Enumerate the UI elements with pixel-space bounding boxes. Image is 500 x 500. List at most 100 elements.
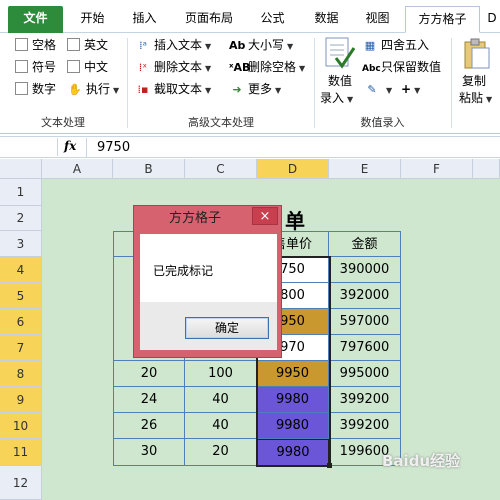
- table-cell-e7[interactable]: 797600: [329, 335, 401, 361]
- table-cell-c8[interactable]: 100: [185, 361, 257, 387]
- table-cell-e10[interactable]: 399200: [329, 413, 401, 439]
- row-header-1[interactable]: 1: [0, 179, 42, 206]
- table-cell-b8[interactable]: 20: [113, 361, 185, 387]
- row-header-9[interactable]: 9: [0, 387, 42, 413]
- column-header-b[interactable]: B: [113, 159, 185, 179]
- column-header-c[interactable]: C: [185, 159, 257, 179]
- name-box[interactable]: [2, 138, 58, 156]
- tab-insert[interactable]: 插入: [122, 6, 167, 33]
- group-label-number: 数值录入: [360, 116, 405, 129]
- delete-text-button[interactable]: ⁞ˣ 删除文本 ▼: [135, 58, 211, 76]
- check-number[interactable]: 数字: [15, 80, 56, 98]
- row-header-7[interactable]: 7: [0, 335, 42, 361]
- tab-fangfang[interactable]: 方方格子: [405, 6, 480, 33]
- paste-button[interactable]: 粘贴 ▼: [459, 89, 492, 107]
- row-header-5[interactable]: 5: [0, 283, 42, 309]
- execute-button[interactable]: ✋ 执行 ▼: [67, 80, 119, 98]
- column-header-d[interactable]: D: [257, 159, 329, 179]
- select-all-corner[interactable]: [0, 159, 42, 179]
- table-cell-b9[interactable]: 24: [113, 387, 185, 413]
- table-cell-c11[interactable]: 20: [185, 439, 257, 466]
- column-header-a[interactable]: A: [42, 159, 113, 179]
- keep-value-button[interactable]: Abc只保留数值: [362, 58, 441, 76]
- menu-label: 插入文本: [154, 38, 203, 52]
- chevron-down-icon: ▼: [486, 95, 493, 104]
- more-button[interactable]: ➜ 更多 ▼: [229, 80, 281, 98]
- fill-handle[interactable]: [327, 463, 332, 468]
- execute-label: 执行: [86, 82, 111, 96]
- table-cell-b11[interactable]: 30: [113, 439, 185, 466]
- menu-label: 更多: [248, 82, 273, 96]
- tab-home[interactable]: 开始: [70, 6, 115, 33]
- row-header-6[interactable]: 6: [0, 309, 42, 335]
- edit-icon: ✎: [367, 83, 377, 96]
- menu-label: 删除文本: [154, 60, 203, 74]
- column-header-f[interactable]: F: [401, 159, 473, 179]
- table-cell-e4[interactable]: 390000: [329, 257, 401, 283]
- insert-text-button[interactable]: ⁞ᵃ 插入文本 ▼: [135, 36, 211, 54]
- hand-icon: ✋: [68, 83, 82, 96]
- check-symbol[interactable]: 符号: [15, 58, 56, 76]
- close-icon[interactable]: ×: [252, 207, 278, 225]
- menu-label: 删除空格: [248, 60, 297, 74]
- row-header-4[interactable]: 4: [0, 257, 42, 283]
- number-entry-label-2: 录入: [320, 91, 345, 105]
- watermark-logo: Baidu经验: [382, 452, 461, 470]
- extract-text-button[interactable]: ⁞▪ 截取文本 ▼: [135, 80, 212, 98]
- column-header-g[interactable]: [473, 159, 500, 179]
- column-header-e[interactable]: E: [329, 159, 401, 179]
- number-entry-label-1[interactable]: 数值: [325, 72, 355, 90]
- table-cell-b10[interactable]: 26: [113, 413, 185, 439]
- ok-button[interactable]: 确定: [185, 317, 269, 339]
- tab-more[interactable]: D: [484, 6, 500, 33]
- check-label: 数字: [32, 82, 57, 96]
- checkbox-icon: [67, 60, 80, 73]
- row-header-3[interactable]: 3: [0, 231, 42, 257]
- case-icon: Ab: [229, 39, 246, 52]
- tab-page-layout[interactable]: 页面布局: [178, 6, 240, 33]
- copy-button[interactable]: 复制: [462, 72, 486, 90]
- table-cell-e8[interactable]: 995000: [329, 361, 401, 387]
- table-cell-e9[interactable]: 399200: [329, 387, 401, 413]
- abc-icon: Abc: [362, 64, 381, 74]
- row-header-2[interactable]: 2: [0, 206, 42, 231]
- checkbox-icon: [15, 60, 28, 73]
- row-header-11[interactable]: 11: [0, 439, 42, 466]
- check-space[interactable]: 空格: [15, 36, 56, 54]
- table-cell-c9[interactable]: 40: [185, 387, 257, 413]
- chevron-down-icon: ▼: [205, 42, 212, 51]
- group-label-text: 文本处理: [41, 116, 85, 129]
- tab-data[interactable]: 数据: [304, 6, 349, 33]
- tab-formulas[interactable]: 公式: [250, 6, 295, 33]
- table-cell-e6[interactable]: 597000: [329, 309, 401, 335]
- tab-view[interactable]: 视图: [355, 6, 400, 33]
- menu-label: 只保留数值: [381, 60, 442, 74]
- row-header-12[interactable]: 12: [0, 466, 42, 500]
- edit-button[interactable]: ✎ ▼: [364, 80, 392, 98]
- chevron-down-icon: ▼: [113, 86, 120, 95]
- case-button[interactable]: Ab 大小写 ▼: [229, 36, 293, 54]
- check-label: 符号: [32, 60, 57, 74]
- check-chinese[interactable]: 中文: [67, 58, 108, 76]
- chevron-down-icon: ▼: [205, 86, 212, 95]
- check-english[interactable]: 英文: [67, 36, 108, 54]
- number-entry-button[interactable]: 录入 ▼: [320, 89, 353, 107]
- menu-label: 四舍五入: [381, 38, 430, 52]
- formula-input[interactable]: 9750: [97, 140, 130, 155]
- header-amount[interactable]: 金额: [329, 231, 401, 257]
- fx-icon[interactable]: fx: [64, 139, 84, 157]
- check-label: 中文: [84, 60, 109, 74]
- round-button[interactable]: ▦ 四舍五入: [362, 36, 429, 54]
- plus-button[interactable]: + ▼: [401, 80, 420, 98]
- row-header-8[interactable]: 8: [0, 361, 42, 387]
- delete-space-button[interactable]: ˣAB删除空格 ▼: [229, 58, 305, 76]
- table-cell-c10[interactable]: 40: [185, 413, 257, 439]
- plus-label: +: [401, 82, 412, 96]
- menu-label: 大小写: [248, 38, 285, 52]
- table-cell-e5[interactable]: 392000: [329, 283, 401, 309]
- tab-file[interactable]: 文件: [8, 6, 63, 33]
- delete-text-icon: ⁞ˣ: [138, 61, 148, 74]
- group-label-advanced: 高级文本处理: [188, 116, 254, 129]
- checkbox-icon: [15, 38, 28, 51]
- row-header-10[interactable]: 10: [0, 413, 42, 439]
